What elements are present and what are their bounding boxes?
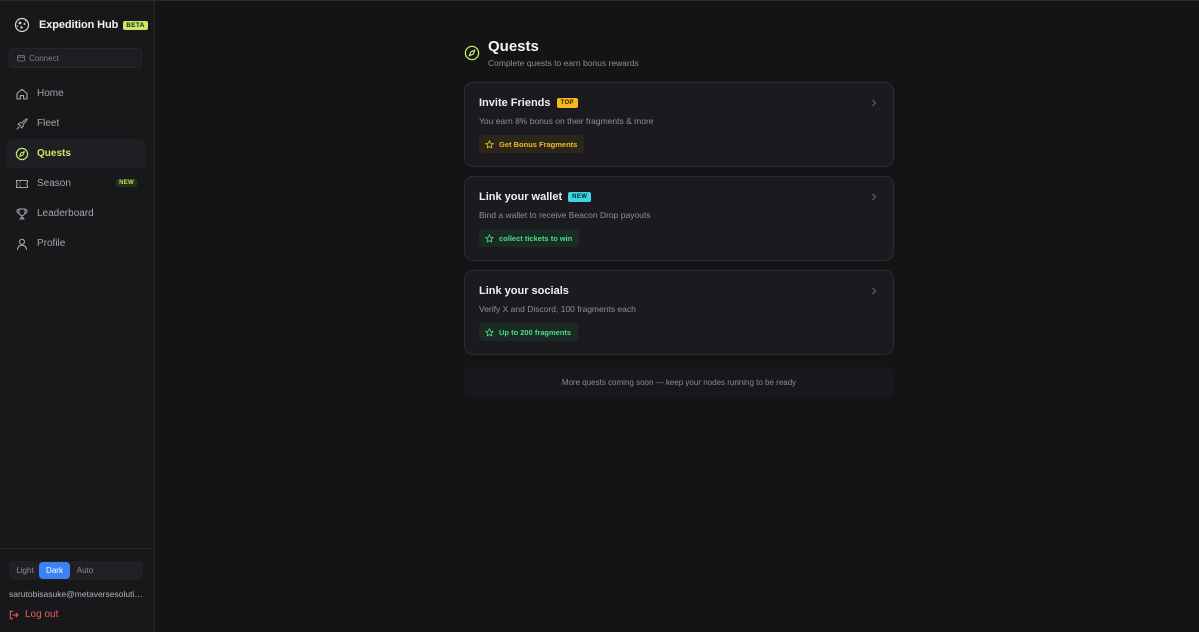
quest-title: Link your wallet (479, 191, 563, 203)
reward-badge: collect tickets to win (479, 229, 580, 247)
quest-title: Invite Friends (479, 97, 551, 109)
expedition-logo-icon (14, 17, 30, 33)
connect-button[interactable]: Connect (9, 48, 142, 68)
star-icon (485, 233, 494, 242)
star-icon (485, 327, 494, 336)
theme-option-dark[interactable]: Dark (39, 562, 70, 579)
quest-title: Link your socials (479, 285, 569, 297)
quest-description: Bind a wallet to receive Beacon Drop pay… (479, 210, 651, 220)
rocket-icon (16, 117, 28, 130)
reward-label: Up to 200 fragments (499, 327, 572, 337)
brand[interactable]: Expedition Hub BETA (14, 15, 148, 35)
reward-badge: Get Bonus Fragments (479, 135, 585, 153)
connect-label: Connect (29, 53, 59, 63)
trophy-icon (16, 208, 28, 220)
star-icon (485, 139, 494, 148)
sidebar-item-home[interactable]: Home (6, 79, 146, 108)
sidebar-item-fleet[interactable]: Fleet (6, 109, 146, 138)
quest-card-link-socials[interactable]: Link your socials Verify X and Discord, … (464, 270, 894, 355)
chevron-right-icon (872, 193, 877, 201)
quest-description: You earn 8% bonus on their fragments & m… (479, 116, 654, 126)
app-name: Expedition Hub (39, 19, 119, 31)
home-icon (16, 88, 28, 100)
sidebar-item-season[interactable]: Season NEW (6, 169, 146, 198)
reward-label: Get Bonus Fragments (499, 139, 578, 149)
theme-toggle: Light Dark Auto (9, 561, 143, 580)
chevron-right-icon (872, 287, 877, 295)
wallet-icon (17, 55, 25, 62)
more-quests-note: More quests coming soon — keep your node… (464, 367, 894, 398)
sidebar-item-leaderboard[interactable]: Leaderboard (6, 199, 146, 228)
logout-label: Log out (25, 609, 59, 620)
sidebar-item-label: Fleet (37, 118, 60, 130)
quest-description: Verify X and Discord, 100 fragments each (479, 304, 636, 314)
sidebar-nav: Home Fleet Quests Season NEW Leaderboard… (6, 79, 146, 260)
quest-card-invite-friends[interactable]: Invite Friends TOP You earn 8% bonus on … (464, 82, 894, 167)
sidebar-item-profile[interactable]: Profile (6, 229, 146, 258)
sidebar-item-quests[interactable]: Quests (6, 139, 146, 169)
ticket-icon (16, 179, 28, 188)
theme-option-light[interactable]: Light (11, 562, 39, 579)
sidebar: Expedition Hub BETA Connect Home Fleet Q… (0, 1, 155, 632)
sidebar-item-label: Home (37, 88, 64, 99)
sidebar-item-label: Profile (37, 238, 66, 250)
compass-icon (15, 147, 29, 160)
sidebar-item-label: Quests (37, 148, 71, 160)
logout-button[interactable]: Log out (9, 609, 58, 620)
sidebar-item-label: Season (37, 178, 71, 190)
logout-icon (9, 610, 19, 619)
user-icon (16, 238, 28, 251)
page-title: Quests (488, 38, 539, 55)
top-tag: TOP (556, 98, 578, 108)
chevron-right-icon (872, 99, 877, 107)
page-subtitle: Complete quests to earn bonus rewards (488, 58, 639, 68)
reward-badge: Up to 200 fragments (479, 323, 579, 341)
sidebar-item-label: Leaderboard (37, 208, 94, 220)
reward-label: collect tickets to win (499, 233, 573, 243)
user-email: sarutobisasuke@metaversesolutions.com (9, 589, 147, 599)
new-tag: NEW (568, 192, 592, 202)
compass-icon (464, 45, 480, 61)
sidebar-footer: Light Dark Auto sarutobisasuke@metaverse… (0, 548, 155, 632)
theme-option-auto[interactable]: Auto (70, 562, 100, 579)
new-badge: NEW (116, 179, 137, 188)
quest-card-link-wallet[interactable]: Link your wallet NEW Bind a wallet to re… (464, 176, 894, 261)
beta-badge: BETA (123, 20, 148, 30)
